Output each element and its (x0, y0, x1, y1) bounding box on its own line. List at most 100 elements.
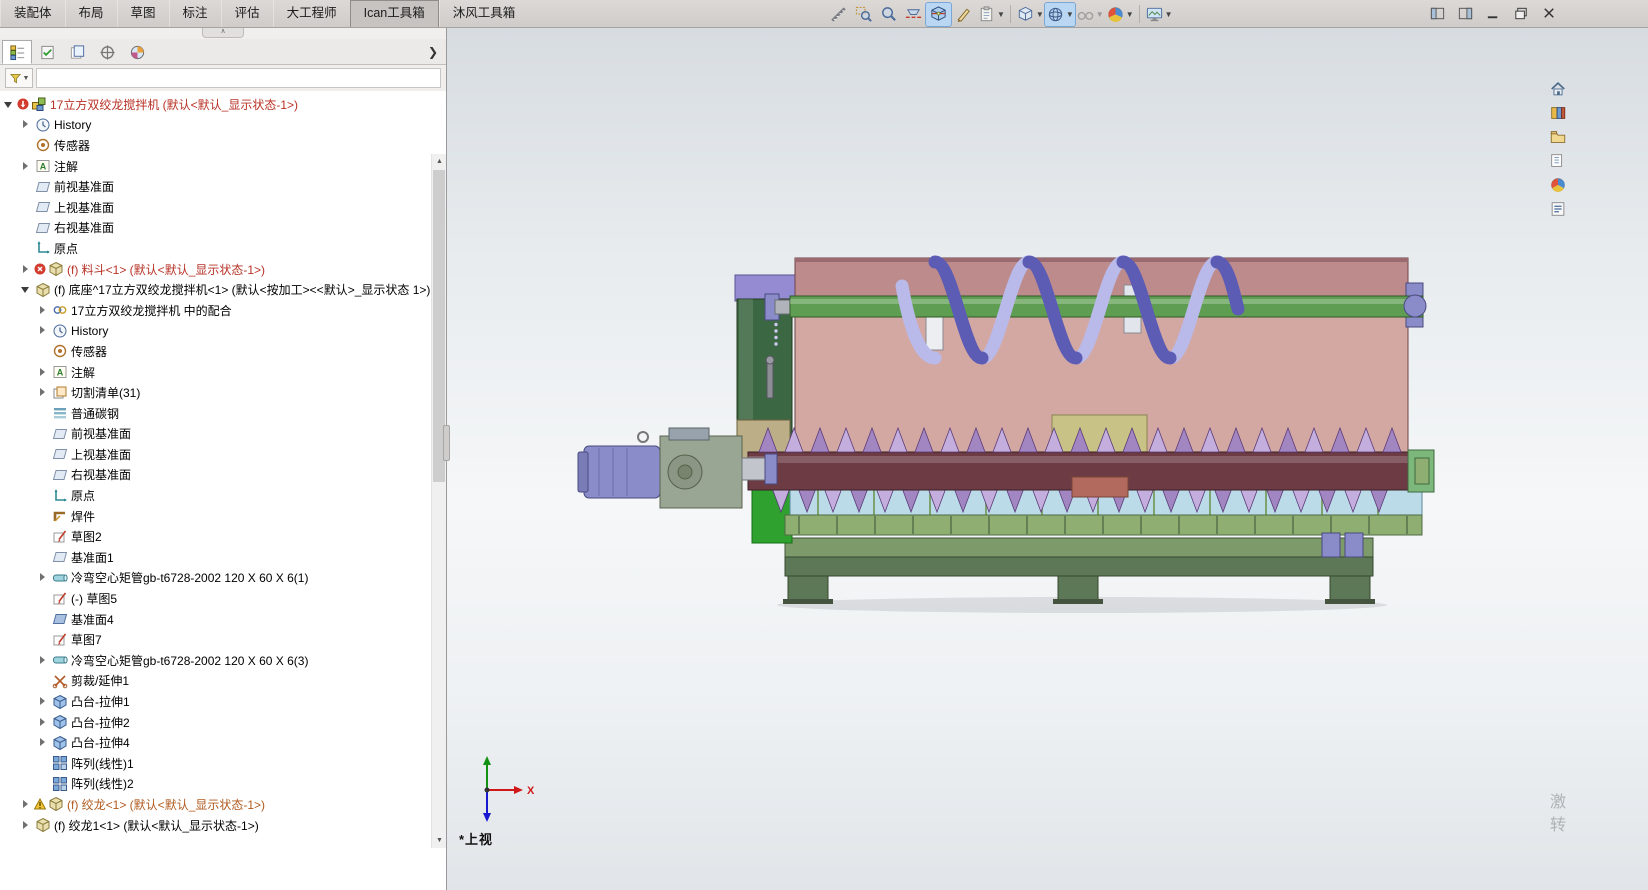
menu-tab-装配体[interactable]: 装配体 (0, 0, 65, 27)
menu-tab-草图[interactable]: 草图 (116, 0, 169, 27)
menu-tab-Ican工具箱[interactable]: Ican工具箱 (349, 0, 439, 27)
tree-expander-icon[interactable] (38, 696, 49, 707)
menu-tab-标注[interactable]: 标注 (168, 0, 221, 27)
task-pane-tab-solidworks-resources[interactable] (1547, 102, 1568, 123)
filter-button[interactable]: ▼ (5, 68, 33, 88)
tree-item[interactable]: 切割清单(31) (0, 382, 446, 403)
viewport-3d[interactable]: X *上视 激 转 (447, 28, 1648, 890)
tree-item[interactable]: 凸台-拉伸4 (0, 732, 446, 753)
tree-item[interactable]: 17立方双绞龙搅拌机 中的配合 (0, 300, 446, 321)
restore-button[interactable] (1508, 2, 1534, 25)
tree-item[interactable]: 草图2 (0, 526, 446, 547)
tree-item[interactable]: 基准面4 (0, 609, 446, 630)
tree-item[interactable]: 上视基准面 (0, 444, 446, 465)
tree-item[interactable]: 17立方双绞龙搅拌机 (默认<默认_显示状态-1>) (0, 94, 446, 115)
manager-tab-featuremanager-tree[interactable] (2, 40, 32, 64)
tree-item[interactable]: History (0, 321, 446, 342)
tree-expander-icon[interactable] (21, 264, 32, 275)
tree-item[interactable]: 上视基准面 (0, 197, 446, 218)
tree-item[interactable]: 传感器 (0, 341, 446, 362)
tree-item[interactable]: 阵列(线性)2 (0, 774, 446, 795)
manager-tab-displaymanager[interactable] (122, 40, 152, 64)
magnifier-icon[interactable] (876, 3, 901, 26)
tree-expander-icon[interactable] (21, 161, 32, 172)
task-pane-tab-home[interactable] (1547, 78, 1568, 99)
tree-item[interactable]: 冷弯空心矩管gb-t6728-2002 120 X 60 X 6(1) (0, 568, 446, 589)
tree-item[interactable]: 焊件 (0, 506, 446, 527)
dropdown-caret-icon[interactable]: ▼ (1066, 10, 1074, 19)
menu-tab-布局[interactable]: 布局 (64, 0, 117, 27)
task-pane-tab-file-explorer[interactable] (1547, 150, 1568, 171)
panel-splitter-handle[interactable] (443, 425, 450, 461)
tree-item[interactable]: (-) 草图5 (0, 588, 446, 609)
scroll-down-icon[interactable]: ▼ (432, 833, 446, 848)
tree-expander-icon[interactable] (21, 284, 32, 295)
tree-item[interactable]: (f) 料斗<1> (默认<默认_显示状态-1>) (0, 259, 446, 280)
tree-item[interactable]: 普通碳钢 (0, 403, 446, 424)
apply-scene-icon[interactable]: ▼ (1144, 3, 1174, 26)
tree-item[interactable]: 原点 (0, 238, 446, 259)
measure-icon[interactable] (826, 3, 851, 26)
menu-tab-大工程师[interactable]: 大工程师 (272, 0, 350, 27)
tree-scrollbar[interactable]: ▲ ▼ (431, 154, 446, 848)
dropdown-caret-icon[interactable]: ▼ (997, 10, 1005, 19)
hide-show-icon[interactable]: ▼ (1075, 3, 1105, 26)
tree-item[interactable]: 基准面1 (0, 547, 446, 568)
edit-appearance-icon[interactable]: ▼ (1105, 3, 1135, 26)
tree-expander-icon[interactable] (21, 799, 32, 810)
tree-expander-icon[interactable] (38, 572, 49, 583)
zoom-area-icon[interactable] (851, 3, 876, 26)
tree-expander-icon[interactable] (38, 387, 49, 398)
tree-item[interactable]: 冷弯空心矩管gb-t6728-2002 120 X 60 X 6(3) (0, 650, 446, 671)
tree-expander-icon[interactable] (21, 119, 32, 130)
tree-filter-input[interactable] (36, 68, 441, 88)
tree-item[interactable]: 阵列(线性)1 (0, 753, 446, 774)
tree-expander-icon[interactable] (38, 325, 49, 336)
tree-expander-icon[interactable] (21, 820, 32, 831)
close-button[interactable] (1536, 2, 1562, 25)
dropdown-caret-icon[interactable]: ▼ (1126, 10, 1134, 19)
tree-item[interactable]: 凸台-拉伸1 (0, 691, 446, 712)
view-palette-icon[interactable]: ▼ (976, 3, 1006, 26)
manager-tab-propertymanager[interactable] (32, 40, 62, 64)
view-orientation-icon[interactable]: ▼ (1015, 3, 1045, 26)
display-style-icon[interactable]: ▼ (1043, 1, 1076, 27)
tree-expander-icon[interactable] (38, 717, 49, 728)
tree-item[interactable]: 剪裁/延伸1 (0, 671, 446, 692)
dropdown-caret-icon[interactable]: ▼ (1096, 10, 1104, 19)
tree-item[interactable]: 原点 (0, 485, 446, 506)
collapse-pane-left-button[interactable] (1424, 2, 1450, 25)
menu-tab-沐风工具箱[interactable]: 沐风工具箱 (438, 0, 529, 27)
minimize-button[interactable] (1480, 2, 1506, 25)
tree-item[interactable]: History (0, 115, 446, 136)
task-pane-tab-appearances-scenes[interactable] (1547, 174, 1568, 195)
tree-expander-icon[interactable] (38, 737, 49, 748)
tree-item[interactable]: 传感器 (0, 135, 446, 156)
tree-item[interactable]: A 注解 (0, 156, 446, 177)
tree-item[interactable]: (f) 绞龙1<1> (默认<默认_显示状态-1>) (0, 815, 446, 836)
tree-item[interactable]: 右视基准面 (0, 465, 446, 486)
model-canvas[interactable]: X (447, 28, 1648, 890)
tree-item[interactable]: (f) 绞龙<1> (默认<默认_显示状态-1>) (0, 794, 446, 815)
tree-item[interactable]: 凸台-拉伸2 (0, 712, 446, 733)
section-view-icon[interactable] (925, 1, 952, 27)
base-frame[interactable] (783, 537, 1375, 604)
panel-flyout-button[interactable]: ❯ (425, 43, 441, 61)
task-pane-tab-design-library[interactable] (1547, 126, 1568, 147)
annotation-pen-icon[interactable] (951, 3, 976, 26)
dropdown-caret-icon[interactable]: ▼ (1165, 10, 1173, 19)
tree-expander-icon[interactable] (4, 99, 15, 110)
tree-expander-icon[interactable] (38, 655, 49, 666)
tree-expander-icon[interactable] (38, 367, 49, 378)
dropdown-caret-icon[interactable]: ▼ (1036, 10, 1044, 19)
menu-tab-评估[interactable]: 评估 (220, 0, 273, 27)
tree-item[interactable]: 草图7 (0, 629, 446, 650)
scroll-up-icon[interactable]: ▲ (432, 154, 446, 169)
tree-item[interactable]: 前视基准面 (0, 176, 446, 197)
tree-item[interactable]: 前视基准面 (0, 424, 446, 445)
tree-item[interactable]: A 注解 (0, 362, 446, 383)
manager-tab-configurationmanager[interactable] (62, 40, 92, 64)
manager-tab-dimxpertmanager[interactable] (92, 40, 122, 64)
collapse-pane-right-button[interactable] (1452, 2, 1478, 25)
tree-expander-icon[interactable] (38, 305, 49, 316)
